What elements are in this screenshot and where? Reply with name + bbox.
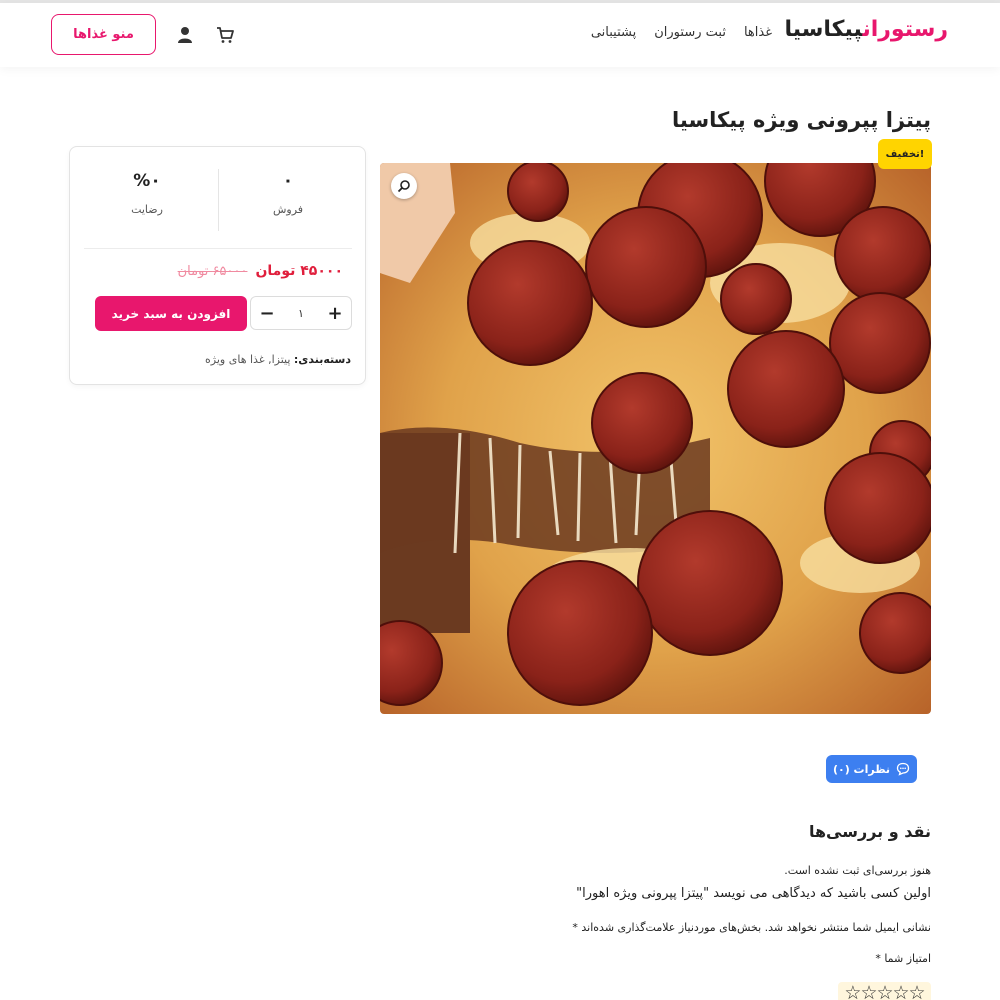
quantity-value[interactable]: ۱ [298, 307, 304, 320]
add-to-cart-button[interactable]: افزودن به سبد خرید [95, 296, 247, 331]
category-label: دسته‌بندی: [293, 353, 351, 366]
stat-divider [218, 169, 219, 231]
star-rating[interactable]: ☆☆☆☆☆ [838, 982, 931, 1000]
user-icon[interactable] [175, 25, 195, 45]
site-header: رستورانپیکاسیا غذاها ثبت رستوران پشتیبان… [0, 3, 1000, 67]
price-new: ۴۵۰۰۰ تومان [255, 263, 343, 279]
increment-button[interactable]: + [327, 303, 343, 324]
nav-item-support[interactable]: پشتیبانی [591, 25, 636, 40]
tab-reviews[interactable]: نظرات (۰) [826, 755, 917, 783]
cart-icon[interactable] [215, 25, 235, 45]
zoom-icon [397, 180, 410, 193]
quantity-stepper[interactable]: − ۱ + [250, 296, 352, 330]
chat-icon [896, 762, 910, 776]
satisfaction-stat: %۰ رضایت [80, 171, 214, 216]
decrement-button[interactable]: − [259, 303, 275, 324]
no-reviews-text: هنوز بررسی‌ای ثبت نشده است. [784, 864, 931, 877]
rating-label: امتیاز شما * [875, 952, 931, 965]
category: دسته‌بندی: پیتزا, غذا های ویژه [205, 353, 351, 366]
card-divider [84, 248, 352, 249]
product-image[interactable] [380, 163, 931, 714]
tab-reviews-label: نظرات (۰) [832, 762, 891, 776]
nav-item-register-restaurant[interactable]: ثبت رستوران [654, 25, 726, 40]
sales-label: فروش [272, 203, 304, 216]
price-old: ۶۵۰۰۰ تومان [177, 264, 248, 279]
food-menu-button[interactable]: منو غذاها [51, 14, 156, 55]
site-logo[interactable]: رستورانپیکاسیا [785, 17, 948, 42]
product-title: پیتزا پپرونی ویژه پیکاسیا [672, 108, 931, 132]
sale-badge: تخفیف! [878, 139, 932, 169]
logo-part-2: پیکاسیا [784, 17, 863, 42]
logo-part-1: رستوران [862, 17, 948, 42]
sales-value: ۰ [282, 171, 294, 191]
email-notice: نشانی ایمیل شما منتشر نخواهد شد. بخش‌های… [572, 921, 931, 934]
price: ۴۵۰۰۰ تومان ۶۵۰۰۰ تومان [178, 263, 343, 279]
satisfaction-value: %۰ [133, 171, 161, 191]
zoom-button[interactable] [391, 173, 417, 199]
first-review-text: اولین کسی باشید که دیدگاهی می نویسد "پیت… [576, 886, 931, 901]
reviews-title: نقد و بررسی‌ها [808, 822, 931, 841]
main-nav: غذاها ثبت رستوران پشتیبانی [591, 25, 772, 40]
nav-item-foods[interactable]: غذاها [744, 25, 772, 40]
satisfaction-label: رضایت [131, 203, 163, 216]
product-info-card: ۰ فروش %۰ رضایت ۴۵۰۰۰ تومان ۶۵۰۰۰ تومان … [69, 146, 366, 385]
category-value[interactable]: پیتزا, غذا های ویژه [205, 353, 290, 366]
sales-stat: ۰ فروش [221, 171, 355, 216]
pizza-illustration [380, 163, 931, 714]
